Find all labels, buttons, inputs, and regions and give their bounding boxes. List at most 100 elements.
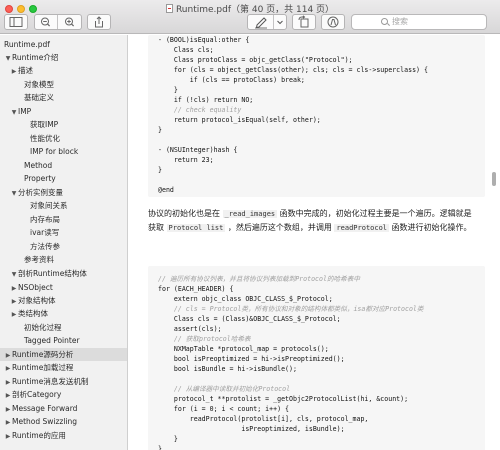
minimize-window-button[interactable] [17,5,25,13]
chevron-down-icon [277,20,283,25]
close-window-button[interactable] [5,5,13,13]
sidebar-item-label: Message Forward [12,404,78,413]
sidebar-item-label: Tagged Pointer [24,336,80,345]
sidebar-item[interactable]: 内存布局 [0,213,127,226]
sidebar-item[interactable]: ▼ 分析实例变量 [0,186,127,199]
sidebar-item[interactable]: 初始化过程 [0,321,127,334]
code-line: // 获取protocol哈希表 [158,335,251,343]
sidebar-item[interactable]: ▶ Runtime消息发送机制 [0,375,127,388]
sidebar-item[interactable]: ▼ 剖析Runtime结构体 [0,267,127,280]
inline-code: _read_images [222,210,278,218]
vertical-scrollbar-thumb[interactable] [492,172,496,186]
disclosure-closed-icon[interactable]: ▶ [10,65,18,78]
pen-markup-icon [254,17,267,29]
sidebar-toggle-button[interactable] [4,14,28,30]
sidebar-item[interactable]: ▶ Message Forward [0,402,127,415]
paragraph-text: 协议的初始化也是在 [148,209,223,218]
disclosure-open-icon[interactable]: ▼ [10,268,18,281]
pdf-document-icon [165,4,173,13]
sidebar-item[interactable]: ▶ 剖析Category [0,388,127,401]
code-line: } [158,86,178,94]
sidebar-item[interactable]: Tagged Pointer [0,334,127,347]
inline-code: readProtocol [334,224,390,232]
sidebar-item-label: Runtime的应用 [12,431,66,440]
sidebar-item-label: 对象模型 [24,80,54,89]
disclosure-closed-icon[interactable]: ▶ [4,430,12,443]
sidebar-item[interactable]: ▶ NSObject [0,281,127,294]
sidebar-item[interactable]: 对象模型 [0,78,127,91]
rotate-icon [298,15,309,28]
sidebar-item-label: 描述 [18,66,33,75]
code-line: protocol_t **protolist = _getObjc2Protoc… [158,395,409,403]
sidebar-item[interactable]: ▶ Runtime源码分析 [0,348,127,361]
sidebar-item[interactable]: ivar读写 [0,226,127,239]
sidebar-item-label: Method Swizzling [12,417,78,426]
share-button[interactable] [87,14,111,30]
sidebar-item[interactable]: 性能优化 [0,132,127,145]
search-placeholder: 搜索 [392,17,408,26]
sidebar-item-label: 对象间关系 [30,201,68,210]
sidebar-item-label: 性能优化 [30,134,60,143]
rotate-button[interactable] [292,14,316,30]
code-line: bool isBundle = hi->isBundle(); [158,365,297,373]
sidebar-item[interactable]: 基础定义 [0,91,127,104]
sidebar-item-label: Method [24,161,53,170]
sidebar-item[interactable]: 获取IMP [0,118,127,131]
code-line: } [158,166,162,174]
sidebar-toggle-icon [9,17,23,27]
code-line: } [158,435,178,443]
zoom-out-icon [41,17,51,27]
search-icon [381,18,388,25]
sidebar-item[interactable]: 参考资料 [0,253,127,266]
pdf-page-content: - (BOOL)isEqual:other { Class cls; Class… [129,35,490,450]
sidebar-item[interactable]: ▶ 描述 [0,64,127,77]
sidebar-item[interactable]: ▼ Runtime介绍 [0,51,127,64]
disclosure-closed-icon[interactable]: ▶ [4,389,12,402]
markup-controls [247,14,287,30]
sidebar-item[interactable]: ▼ IMP [0,105,127,118]
sidebar-item[interactable]: Runtime.pdf [0,38,127,51]
sidebar-item-label: Runtime源码分析 [12,350,74,359]
sidebar-item[interactable]: IMP for block [0,145,127,158]
sidebar-item[interactable]: ▶ 类结构体 [0,307,127,320]
disclosure-closed-icon[interactable]: ▶ [10,308,18,321]
disclosure-closed-icon[interactable]: ▶ [4,362,12,375]
sidebar-item[interactable]: Property [0,172,127,185]
sidebar-item-label: Runtime加载过程 [12,363,74,372]
code-line: readProtocol(protolist[i], cls, protocol… [158,415,369,423]
code-line: bool isPreoptimized = hi->isPreoptimized… [158,355,345,363]
code-line: // 遍历所有协议列表，并且将协议列表加载到Protocol的哈希表中 [158,275,360,283]
markup-pen-button[interactable] [248,15,274,29]
sidebar-item-label: 剖析Category [12,390,62,399]
sidebar-item-label: IMP for block [30,147,79,156]
sidebar-item-label: Runtime.pdf [4,40,50,49]
sidebar-item-label: 方法传参 [30,242,60,251]
sidebar-item-label: 参考资料 [24,255,54,264]
zoom-in-icon [64,17,74,27]
code-line: } [158,445,162,450]
sidebar-item[interactable]: ▶ Method Swizzling [0,415,127,428]
code-line: // cls = Protocol类，所有协议和对象的结构体都类似，isa都对应… [158,305,424,313]
annotate-button[interactable] [321,14,345,30]
sidebar-item-label: 类结构体 [18,309,48,318]
code-line: Class cls = (Class)&OBJC_CLASS_$_Protoco… [158,315,341,323]
zoom-in-button[interactable] [58,15,81,29]
share-icon [95,16,103,28]
sidebar-item[interactable]: 方法传参 [0,240,127,253]
zoom-window-button[interactable] [29,5,37,13]
sidebar-item-label: 内存布局 [30,215,60,224]
sidebar-item-label: ivar读写 [30,228,60,237]
markup-menu-button[interactable] [274,15,286,29]
sidebar-item-label: 分析实例变量 [18,188,63,197]
search-field[interactable]: 搜索 [351,14,487,30]
paragraph-text: 函数进行初始化操作。 [389,223,472,232]
sidebar-item[interactable]: ▶ Runtime的应用 [0,429,127,442]
sidebar-item[interactable]: 对象间关系 [0,199,127,212]
sidebar-item[interactable]: ▶ 对象结构体 [0,294,127,307]
sidebar-item[interactable]: Method [0,159,127,172]
paragraph-protocol-init: 协议的初始化也是在 _read_images 函数中完成的，初始化过程主要是一个… [148,207,478,235]
zoom-out-button[interactable] [35,15,58,29]
sidebar-item[interactable]: ▶ Runtime加载过程 [0,361,127,374]
disclosure-closed-icon[interactable]: ▶ [4,416,12,429]
paragraph-text: ，然后遍历这个数组，并调用 [225,223,335,232]
